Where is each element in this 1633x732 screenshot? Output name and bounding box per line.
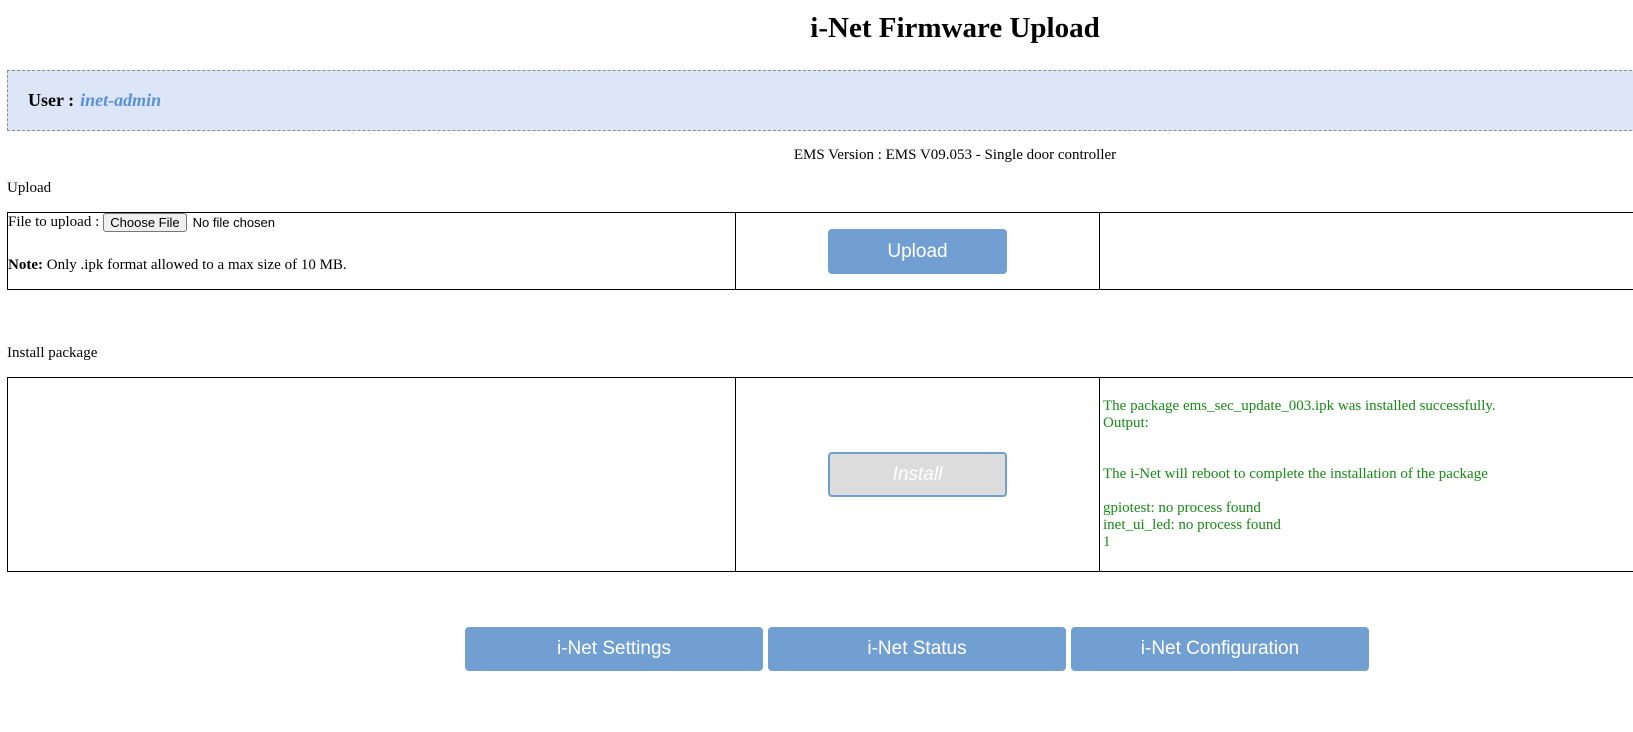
user-label: User : (28, 90, 75, 110)
page: i-Net Firmware Upload User : inet-admin … (0, 0, 1633, 732)
install-button-cell: Install (735, 377, 1100, 572)
inet-configuration-button[interactable]: i-Net Configuration (1071, 627, 1369, 671)
page-title: i-Net Firmware Upload (810, 12, 1100, 44)
upload-section-label: Upload (7, 180, 52, 196)
file-status: No file chosen (192, 215, 276, 230)
install-button[interactable]: Install (828, 452, 1007, 497)
note-label: Note: (8, 257, 43, 273)
install-left-cell (7, 377, 736, 572)
upload-button-cell: Upload (735, 212, 1100, 290)
install-section-label: Install package (7, 345, 98, 361)
user-bar: User : inet-admin (7, 70, 1633, 131)
inet-settings-button[interactable]: i-Net Settings (465, 627, 763, 671)
inet-status-button[interactable]: i-Net Status (768, 627, 1066, 671)
upload-note: Note: Only .ipk format allowed to a max … (8, 257, 735, 274)
choose-file-button[interactable]: Choose File (103, 213, 187, 232)
install-output: The package ems_sec_update_003.ipk was i… (1103, 398, 1496, 550)
install-output-cell: The package ems_sec_update_003.ipk was i… (1099, 377, 1633, 572)
file-to-upload-label: File to upload : (8, 214, 100, 230)
install-table: Install The package ems_sec_update_003.i… (7, 377, 1633, 572)
user-name: inet-admin (80, 90, 162, 110)
note-text: Only .ipk format allowed to a max size o… (46, 257, 347, 273)
ems-version: EMS Version : EMS V09.053 - Single door … (793, 147, 1117, 163)
upload-file-cell: File to upload : Choose File No file cho… (7, 212, 736, 290)
upload-button[interactable]: Upload (828, 228, 1007, 274)
upload-table: File to upload : Choose File No file cho… (7, 212, 1633, 290)
upload-result-cell (1099, 212, 1633, 290)
file-input-row: File to upload : Choose File No file cho… (8, 213, 735, 232)
